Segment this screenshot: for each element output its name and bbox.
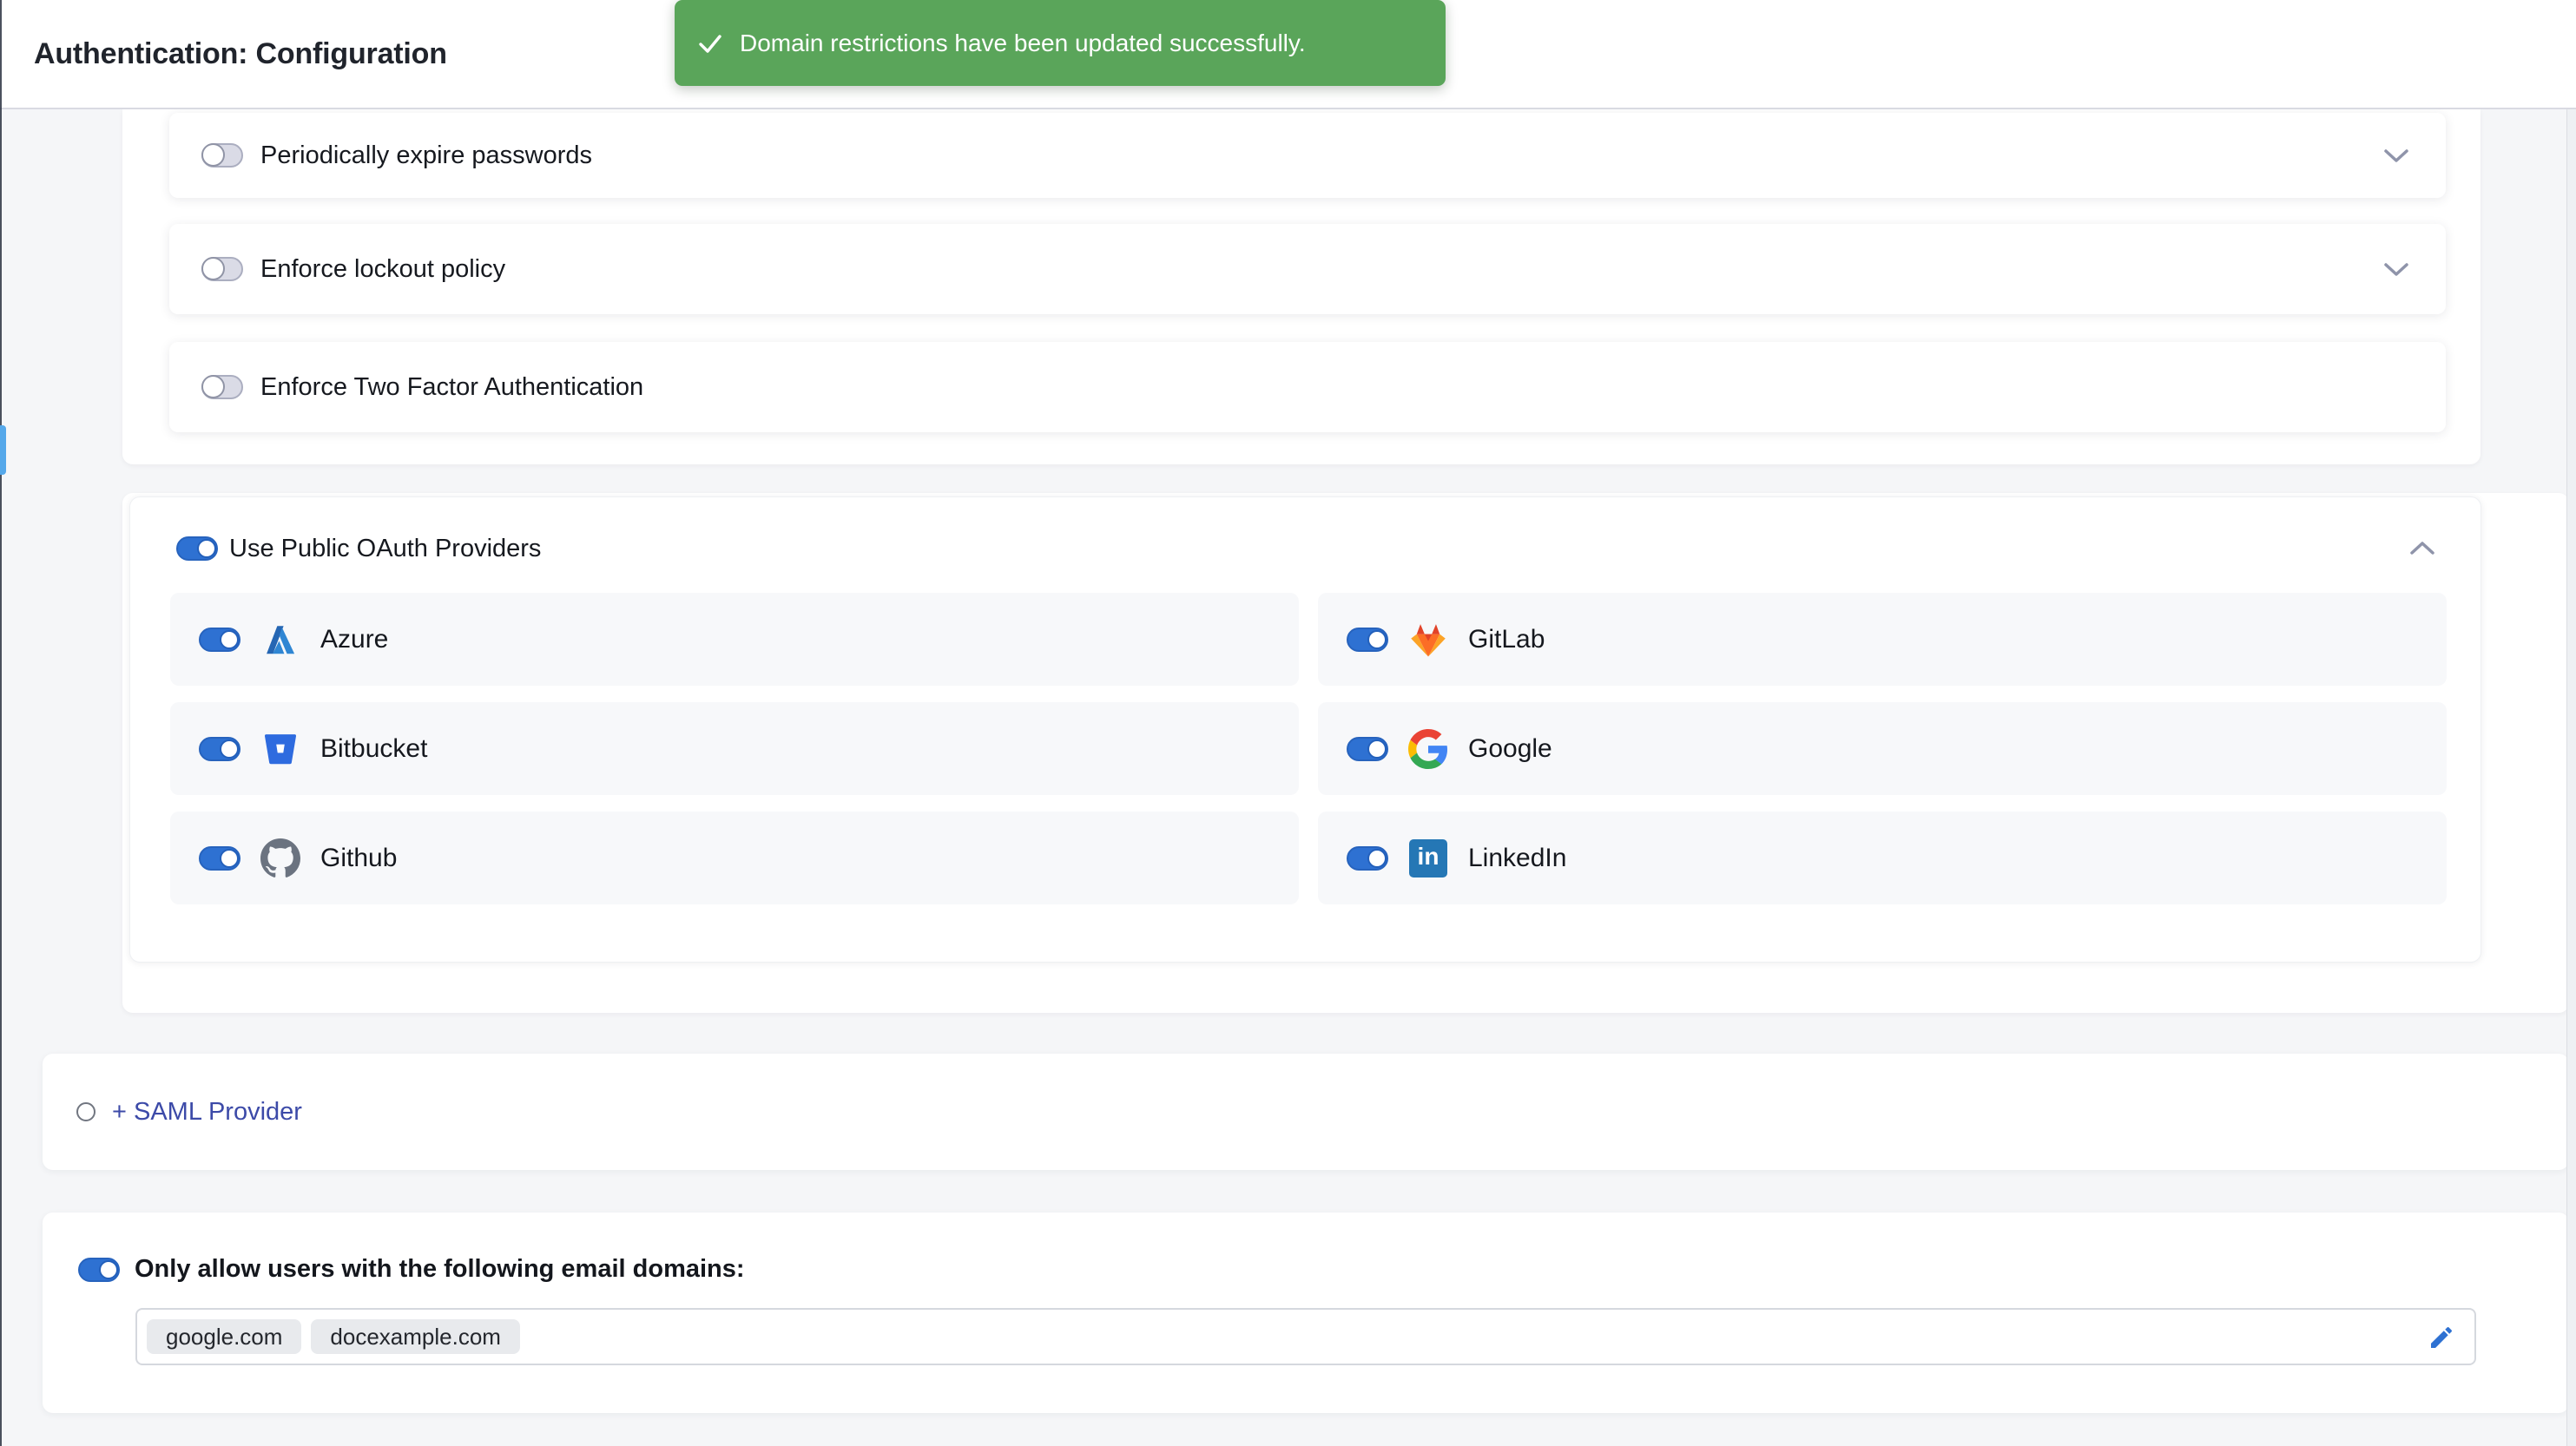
- provider-row-azure: Azure: [170, 593, 1299, 686]
- provider-row-gitlab: GitLab: [1318, 593, 2447, 686]
- oauth-section-panel: Use Public OAuth Providers Azure: [122, 493, 2569, 1013]
- setting-row-lockout-policy[interactable]: Enforce lockout policy: [169, 224, 2446, 314]
- chevron-up-icon[interactable]: [2409, 541, 2435, 556]
- gitlab-toggle[interactable]: [1347, 628, 1388, 652]
- success-toast[interactable]: Domain restrictions have been updated su…: [675, 0, 1446, 86]
- toggle-knob: [220, 849, 239, 868]
- bitbucket-toggle[interactable]: [199, 737, 240, 761]
- toggle-knob: [201, 375, 225, 398]
- bitbucket-icon: [260, 729, 300, 769]
- linkedin-toggle[interactable]: [1347, 846, 1388, 871]
- email-domains-label: Only allow users with the following emai…: [135, 1255, 745, 1284]
- page-title: Authentication: Configuration: [34, 0, 447, 108]
- provider-row-bitbucket: Bitbucket: [170, 702, 1299, 795]
- oauth-provider-grid: Azure GitLab: [170, 593, 2447, 904]
- setting-row-expire-passwords[interactable]: Periodically expire passwords: [169, 113, 2446, 198]
- setting-label: Enforce lockout policy: [260, 255, 505, 284]
- setting-row-two-factor[interactable]: Enforce Two Factor Authentication: [169, 342, 2446, 432]
- oauth-master-toggle[interactable]: [176, 536, 218, 561]
- toggle-knob: [1367, 630, 1387, 649]
- window-edge: [0, 0, 2, 1446]
- password-settings-panel: Periodically expire passwords Enforce lo…: [122, 109, 2480, 464]
- email-domains-input[interactable]: google.com docexample.com: [135, 1308, 2476, 1365]
- lockout-policy-toggle[interactable]: [201, 257, 243, 281]
- toggle-knob: [220, 739, 239, 759]
- toggle-knob: [1367, 849, 1387, 868]
- linkedin-icon: in: [1408, 838, 1448, 878]
- toggle-knob: [197, 539, 216, 558]
- google-icon: [1408, 729, 1448, 769]
- domain-tag: docexample.com: [311, 1319, 520, 1354]
- gitlab-icon: [1408, 620, 1448, 660]
- two-factor-toggle[interactable]: [201, 375, 243, 399]
- setting-label: Enforce Two Factor Authentication: [260, 373, 643, 402]
- check-icon: [696, 30, 724, 57]
- scroll-position-indicator: [0, 425, 6, 475]
- provider-row-github: Github: [170, 812, 1299, 904]
- toggle-knob: [201, 257, 225, 280]
- chevron-down-icon[interactable]: [2383, 148, 2409, 163]
- expire-passwords-toggle[interactable]: [201, 143, 243, 168]
- email-domains-toggle[interactable]: [78, 1258, 120, 1282]
- provider-label: LinkedIn: [1468, 844, 1566, 873]
- oauth-box: Use Public OAuth Providers Azure: [129, 496, 2481, 963]
- setting-label: Periodically expire passwords: [260, 141, 592, 170]
- azure-toggle[interactable]: [199, 628, 240, 652]
- provider-label: Github: [320, 844, 397, 873]
- toggle-knob: [220, 630, 239, 649]
- toggle-knob: [201, 143, 225, 167]
- toast-message: Domain restrictions have been updated su…: [740, 30, 1306, 57]
- provider-label: Google: [1468, 734, 1552, 764]
- chevron-down-icon[interactable]: [2383, 261, 2409, 277]
- provider-row-google: Google: [1318, 702, 2447, 795]
- azure-icon: [260, 620, 300, 660]
- provider-label: Azure: [320, 625, 388, 654]
- toggle-knob: [99, 1260, 118, 1279]
- github-toggle[interactable]: [199, 846, 240, 871]
- email-domains-card: Only allow users with the following emai…: [43, 1213, 2569, 1413]
- saml-provider-card: + SAML Provider: [43, 1054, 2569, 1170]
- oauth-section-label: Use Public OAuth Providers: [229, 535, 541, 563]
- edit-pencil-icon[interactable]: [2428, 1324, 2455, 1351]
- oauth-header: Use Public OAuth Providers: [130, 497, 2480, 575]
- github-icon: [260, 838, 300, 878]
- domain-tag: google.com: [147, 1319, 301, 1354]
- provider-label: GitLab: [1468, 625, 1545, 654]
- provider-row-linkedin: in LinkedIn: [1318, 812, 2447, 904]
- google-toggle[interactable]: [1347, 737, 1388, 761]
- add-saml-provider-link[interactable]: + SAML Provider: [112, 1098, 302, 1127]
- toggle-knob: [1367, 739, 1387, 759]
- saml-radio[interactable]: [76, 1102, 96, 1121]
- scrollbar-track[interactable]: [2566, 109, 2576, 1446]
- provider-label: Bitbucket: [320, 734, 427, 764]
